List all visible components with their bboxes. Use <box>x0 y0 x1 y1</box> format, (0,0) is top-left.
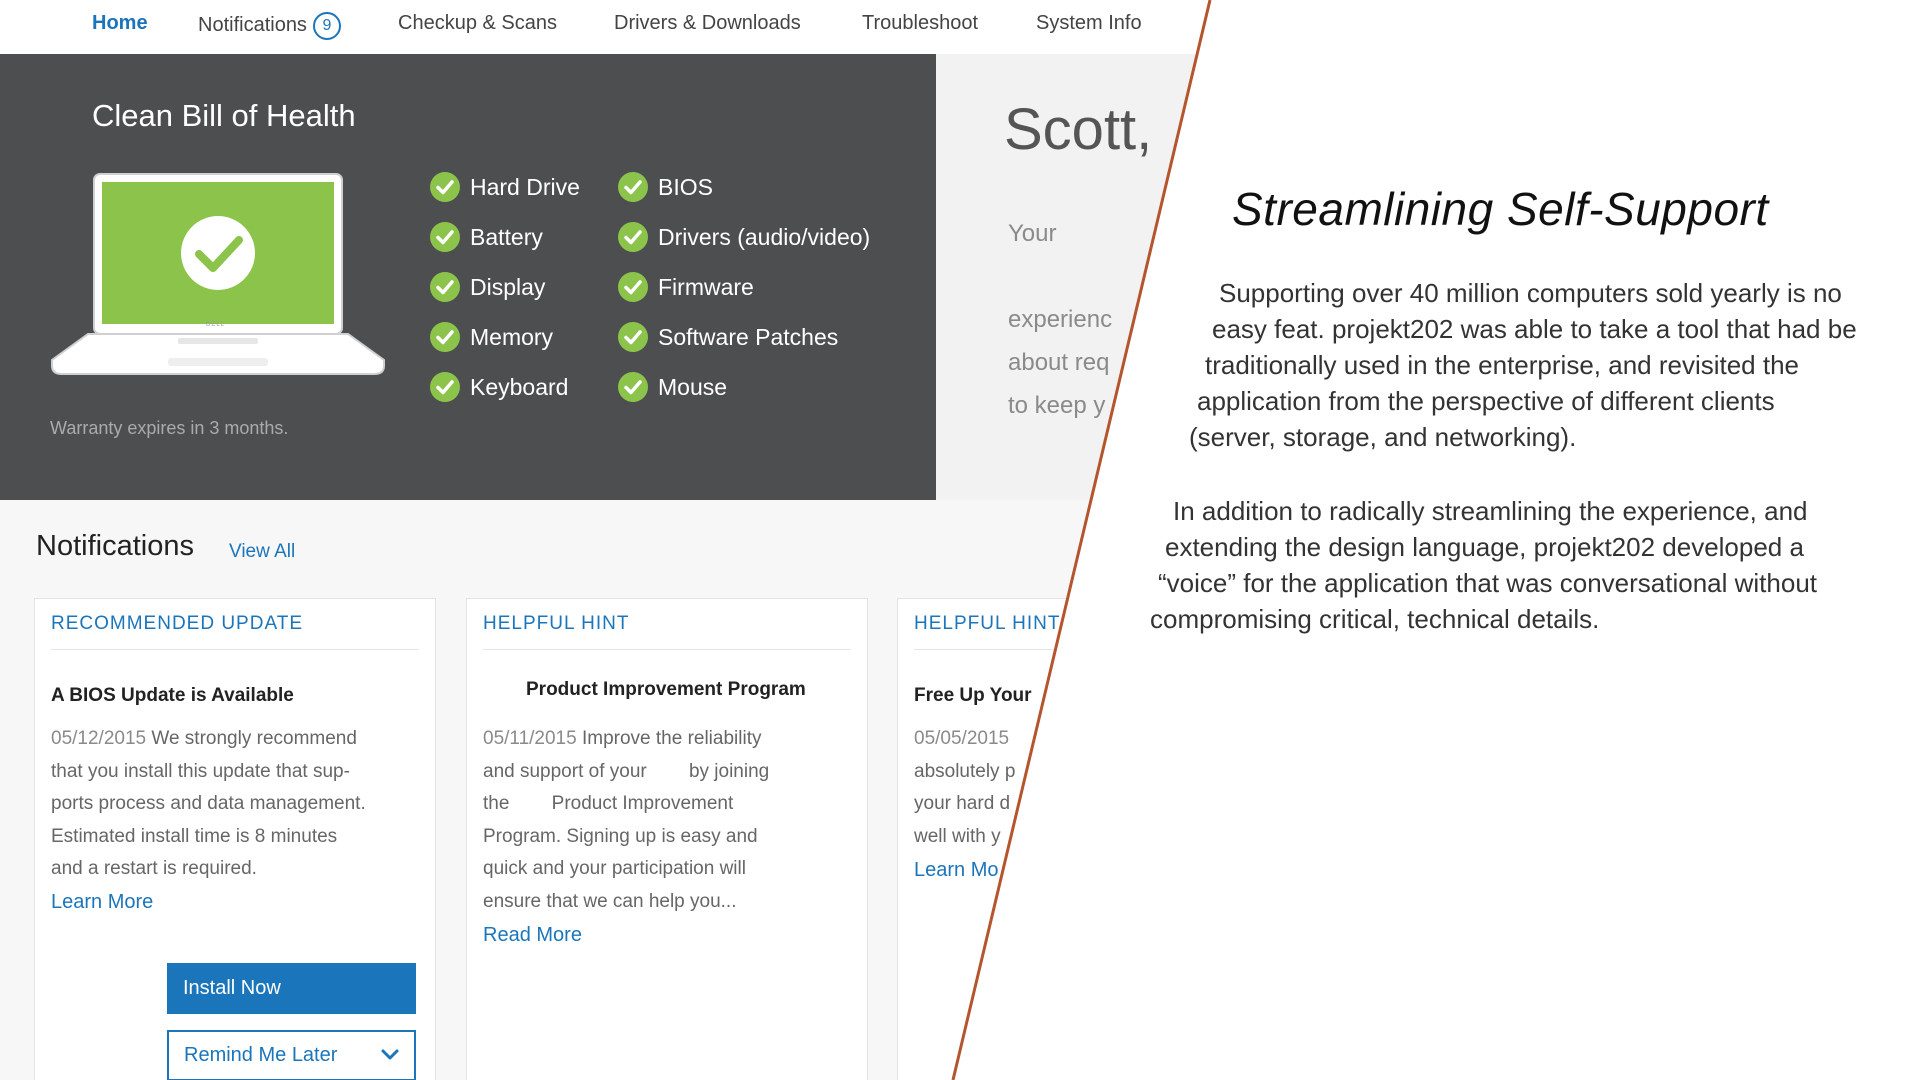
case-study-title: Streamlining Self-Support <box>1232 183 1769 235</box>
case-study-line: easy feat. projekt202 was able to take a… <box>1212 314 1857 344</box>
case-study-line: application from the perspective of diff… <box>1197 386 1775 416</box>
case-study-line: extending the design language, projekt20… <box>1165 532 1804 562</box>
case-study-line: Supporting over 40 million computers sol… <box>1219 278 1842 308</box>
case-study-line: compromising critical, technical details… <box>1150 604 1600 634</box>
case-study-line: In addition to radically streamlining th… <box>1173 496 1808 526</box>
case-study-line: “voice” for the application that was con… <box>1158 568 1818 598</box>
case-study-line: traditionally used in the enterprise, an… <box>1205 350 1800 380</box>
case-study-line: (server, storage, and networking). <box>1189 422 1577 452</box>
